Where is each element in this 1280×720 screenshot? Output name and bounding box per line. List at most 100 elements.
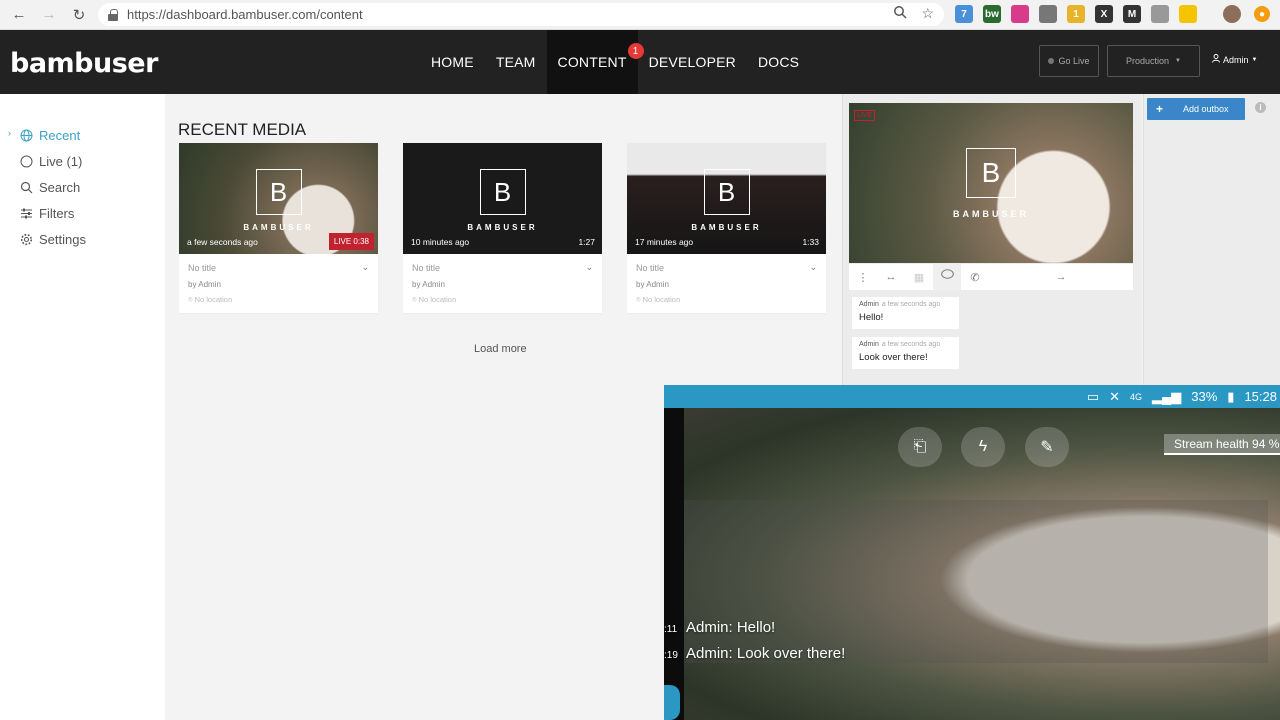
chat-message: Admin a few seconds ago Look over there! — [852, 337, 959, 369]
profile-avatar[interactable] — [1223, 5, 1241, 23]
network-label: 4G — [1130, 391, 1143, 402]
pencil-icon[interactable]: ✎ — [1025, 427, 1069, 467]
floating-handle[interactable] — [664, 685, 680, 720]
back-icon[interactable]: ← — [8, 4, 30, 26]
phone-icon[interactable]: ✆ — [961, 271, 989, 284]
cast-icon[interactable] — [1039, 5, 1057, 23]
bambuser-mark-icon: B — [966, 148, 1016, 198]
media-location: ⌾ No location — [188, 295, 232, 305]
more-vertical-icon[interactable]: ⋮ — [849, 271, 877, 284]
chat-bubble-icon[interactable] — [933, 264, 961, 290]
media-title: No title — [188, 263, 217, 273]
brand-text: BAMBUSER — [952, 209, 1029, 219]
add-outbox-label: Add outbox — [1183, 104, 1229, 114]
brand-text: BAMBUSER — [467, 223, 538, 232]
chat-meta: Admin a few seconds ago — [859, 341, 952, 348]
map-icon[interactable]: ▦ — [905, 271, 933, 284]
zoom-icon[interactable] — [893, 5, 907, 22]
user-menu[interactable]: Admin ▼ — [1212, 54, 1257, 65]
stream-health: Stream health 94 % — [1164, 434, 1280, 455]
environment-dropdown[interactable]: Production ▼ — [1107, 45, 1200, 77]
caret-down-icon: ▼ — [1175, 58, 1181, 64]
mute-icon: ✕ — [1109, 388, 1121, 404]
chat-meta: Admin a few seconds ago — [859, 301, 952, 308]
media-thumbnail[interactable]: B BAMBUSER 10 minutes ago 1:27 — [403, 143, 602, 254]
nav-home[interactable]: HOME — [420, 30, 485, 94]
sidebar-item-settings[interactable]: Settings — [20, 232, 86, 247]
bookmark-star-icon[interactable]: ☆ — [921, 5, 934, 22]
phone-status-bar: ▭ ✕ 4G ▂▄▆ 33% ▮ 15:28 — [664, 385, 1280, 408]
extension-tray: 7 bw 1 X M — [955, 5, 1197, 23]
add-outbox-button[interactable]: + Add outbox — [1147, 98, 1245, 120]
arrow-right-icon[interactable]: → — [1047, 271, 1075, 283]
phone-screen-overlay: ▭ ✕ 4G ▂▄▆ 33% ▮ 15:28 ⎗ ϟ ✎ Stream heal… — [664, 385, 1280, 720]
phone-chat-time: :19 — [664, 650, 678, 661]
media-card[interactable]: B BAMBUSER 17 minutes ago 1:33 No title … — [627, 143, 826, 313]
search-icon — [20, 181, 33, 194]
color-wheel-icon[interactable] — [1011, 5, 1029, 23]
nav-team[interactable]: TEAM — [485, 30, 547, 94]
record-dot-icon — [1048, 58, 1055, 64]
nav-docs[interactable]: DOCS — [747, 30, 810, 94]
brand-text: BAMBUSER — [691, 223, 762, 232]
chevron-right-icon: › — [8, 128, 11, 138]
user-name: Admin — [1223, 54, 1249, 65]
location-text: No location — [418, 295, 457, 304]
address-bar[interactable]: https://dashboard.bambuser.com/content ☆ — [98, 3, 944, 26]
extension-badge-icon[interactable]: 7 — [955, 5, 973, 23]
sidebar-item-recent[interactable]: Recent — [20, 128, 80, 143]
bw-extension-icon[interactable]: bw — [983, 5, 1001, 23]
switch-camera-icon[interactable]: ⎗ — [898, 427, 942, 467]
go-live-label: Go Live — [1058, 56, 1090, 66]
plus-icon: + — [1156, 102, 1164, 116]
caret-down-icon: ▼ — [1251, 56, 1258, 63]
reload-icon[interactable]: ↻ — [68, 4, 90, 26]
location-text: No location — [642, 295, 681, 304]
nav-label: DEVELOPER — [648, 54, 736, 70]
globe-icon — [20, 129, 33, 142]
media-author: by Admin — [636, 280, 669, 289]
sidebar-item-filters[interactable]: Filters — [20, 206, 74, 221]
signal-icon: ▂▄▆ — [1152, 388, 1182, 404]
sidebar-item-label: Settings — [39, 232, 86, 247]
sidebar-item-label: Filters — [39, 206, 75, 221]
chevron-down-icon[interactable]: ⌄ — [809, 262, 817, 273]
update-icon[interactable]: ● — [1254, 6, 1270, 22]
media-age: 10 minutes ago — [411, 237, 470, 247]
phone-chat-time: :11 — [664, 624, 678, 635]
load-more-button[interactable]: Load more — [474, 343, 527, 355]
user-icon — [1212, 54, 1220, 65]
flash-icon[interactable]: ϟ — [961, 427, 1005, 467]
live-indicator: LIVE — [854, 110, 876, 121]
sidebar-item-live[interactable]: Live (1) — [20, 154, 82, 169]
honey-extension-icon[interactable] — [1179, 5, 1197, 23]
url-text: https://dashboard.bambuser.com/content — [127, 7, 363, 22]
chevron-down-icon[interactable]: ⌄ — [361, 262, 369, 273]
go-live-button[interactable]: Go Live — [1039, 45, 1099, 77]
sliders-icon — [20, 207, 33, 220]
nav-developer[interactable]: DEVELOPER — [638, 30, 747, 94]
x-extension-icon[interactable]: X — [1095, 5, 1113, 23]
circle-extension-icon[interactable] — [1151, 5, 1169, 23]
phone-chat-line: :19 Admin: Look over there! — [664, 642, 845, 668]
phone-chat-line: :11 Admin: Hello! — [664, 616, 845, 642]
info-icon[interactable]: i — [1255, 102, 1266, 113]
media-thumbnail[interactable]: B BAMBUSER a few seconds ago LIVE 0:38 — [179, 143, 378, 254]
media-location: ⌾ No location — [636, 295, 680, 305]
media-thumbnail[interactable]: B BAMBUSER 17 minutes ago 1:33 — [627, 143, 826, 254]
bambuser-logo[interactable]: bambuser — [10, 48, 158, 79]
sidebar-item-search[interactable]: Search — [20, 180, 80, 195]
resize-horizontal-icon[interactable]: ↔ — [877, 271, 905, 283]
media-card[interactable]: B BAMBUSER 10 minutes ago 1:27 No title … — [403, 143, 602, 313]
nav-content[interactable]: CONTENT 1 — [546, 30, 644, 94]
forward-icon[interactable]: → — [38, 4, 60, 26]
nav-label: DOCS — [757, 54, 800, 70]
extension-badge-icon[interactable]: 1 — [1067, 5, 1085, 23]
m-extension-icon[interactable]: M — [1123, 5, 1141, 23]
live-player[interactable]: LIVE B BAMBUSER — [849, 103, 1133, 263]
media-card[interactable]: B BAMBUSER a few seconds ago LIVE 0:38 N… — [179, 143, 378, 313]
sidebar-item-label: Recent — [39, 128, 81, 143]
chevron-down-icon[interactable]: ⌄ — [585, 262, 593, 273]
media-duration: 1:33 — [802, 237, 819, 247]
bambuser-mark-icon: B — [255, 169, 302, 215]
